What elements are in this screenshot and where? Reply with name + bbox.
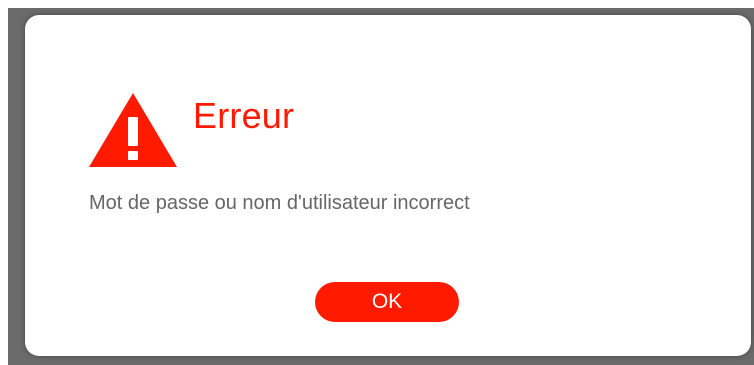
warning-triangle-icon bbox=[89, 93, 177, 167]
error-dialog: Erreur Mot de passe ou nom d'utilisateur… bbox=[25, 15, 751, 356]
ok-button[interactable]: OK bbox=[315, 282, 459, 322]
dialog-title: Erreur bbox=[193, 95, 295, 136]
error-message: Mot de passe ou nom d'utilisateur incorr… bbox=[89, 192, 470, 214]
